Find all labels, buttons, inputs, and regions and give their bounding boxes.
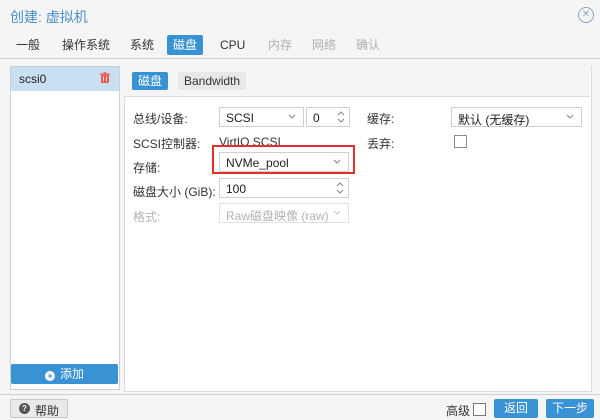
window-title: 创建: 虚拟机 xyxy=(10,9,88,25)
storage-label: 存储: xyxy=(133,161,161,175)
question-circle-icon: ? xyxy=(19,403,30,414)
discard-label: 丢弃: xyxy=(367,137,395,151)
close-icon[interactable]: ✕ xyxy=(578,7,594,23)
disk-size-stepper[interactable]: 100 xyxy=(219,178,349,198)
disk-size-label: 磁盘大小 (GiB): xyxy=(133,185,216,199)
next-button[interactable]: 下一步 xyxy=(546,399,594,418)
subtab-disk[interactable]: 磁盘 xyxy=(132,72,169,90)
subtab-bandwidth[interactable]: Bandwidth xyxy=(178,72,247,90)
format-value: Raw磁盘映像 (raw) xyxy=(226,209,329,223)
storage-value: NVMe_pool xyxy=(226,156,289,170)
chevron-down-icon xyxy=(566,114,574,119)
spinner-arrows-icon[interactable] xyxy=(335,180,345,196)
discard-checkbox[interactable] xyxy=(454,135,467,148)
tab-memory: 内存 xyxy=(268,38,293,52)
tab-os[interactable]: 操作系统 xyxy=(56,35,116,55)
help-button[interactable]: ? 帮助 xyxy=(10,399,68,418)
tab-disks[interactable]: 磁盘 xyxy=(167,35,204,55)
advanced-label: 高级 xyxy=(446,404,471,418)
format-select: Raw磁盘映像 (raw) xyxy=(219,203,349,223)
add-disk-button[interactable]: + 添加 xyxy=(11,364,118,384)
bus-device-label: 总线/设备: xyxy=(133,112,188,126)
chevron-down-icon xyxy=(333,159,341,164)
tabbar-divider xyxy=(0,58,600,59)
window-titlebar: 创建: 虚拟机 ✕ xyxy=(0,0,600,32)
tab-system[interactable]: 系统 xyxy=(124,35,160,55)
advanced-checkbox[interactable] xyxy=(473,403,486,416)
tab-network: 网络 xyxy=(312,38,337,52)
spinner-arrows-icon[interactable] xyxy=(336,109,346,125)
add-disk-label: 添加 xyxy=(59,367,84,381)
disk-list-item[interactable]: scsi0 xyxy=(11,67,119,91)
disk-subtab-bar: 磁盘 Bandwidth xyxy=(124,66,590,97)
scsi-controller-label: SCSI控制器: xyxy=(133,137,201,151)
bus-value: SCSI xyxy=(226,111,255,125)
format-label: 格式: xyxy=(133,210,161,224)
help-label: 帮助 xyxy=(35,404,60,418)
device-value: 0 xyxy=(313,111,320,125)
disk-size-value: 100 xyxy=(226,182,247,196)
tab-cpu[interactable]: CPU xyxy=(214,35,251,55)
trash-icon[interactable] xyxy=(99,72,111,84)
wizard-tabbar: 一般 操作系统 系统 磁盘 CPU 内存 网络 确认 xyxy=(0,32,600,58)
plus-circle-icon: + xyxy=(44,371,55,381)
tab-general[interactable]: 一般 xyxy=(10,35,46,55)
cache-select[interactable]: 默认 (无缓存) xyxy=(451,107,582,127)
back-button[interactable]: 返回 xyxy=(494,399,538,418)
bus-select[interactable]: SCSI xyxy=(219,107,304,127)
cache-value: 默认 (无缓存) xyxy=(458,113,530,127)
tab-confirm: 确认 xyxy=(356,38,381,52)
disk-item-label: scsi0 xyxy=(19,72,47,86)
disk-list-panel: scsi0 xyxy=(10,66,120,390)
footer-divider xyxy=(0,394,600,395)
storage-select[interactable]: NVMe_pool xyxy=(219,152,349,172)
chevron-down-icon xyxy=(288,114,296,119)
device-number-stepper[interactable]: 0 xyxy=(306,107,350,127)
chevron-down-icon xyxy=(333,210,341,215)
cache-label: 缓存: xyxy=(367,112,395,126)
